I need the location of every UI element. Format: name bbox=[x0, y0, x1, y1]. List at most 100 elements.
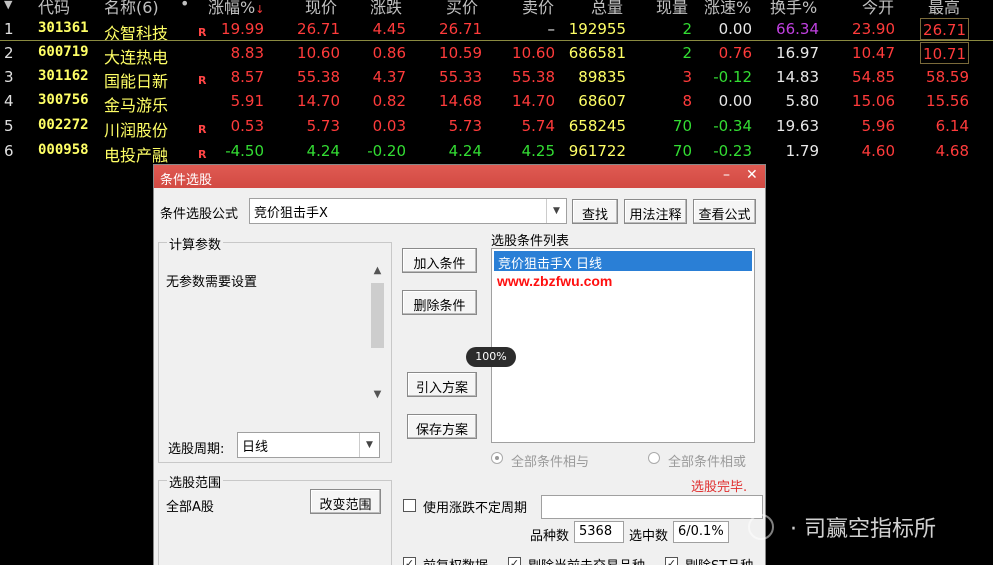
radio-or[interactable] bbox=[648, 452, 660, 464]
row-index: 6 bbox=[4, 142, 14, 160]
r-tag: R bbox=[198, 26, 207, 39]
speed: 0.00 bbox=[718, 92, 752, 110]
header-change[interactable]: 涨跌 bbox=[370, 0, 402, 18]
scroll-down-icon[interactable]: ▼ bbox=[369, 389, 386, 400]
cur-vol: 70 bbox=[672, 117, 692, 135]
high: 4.68 bbox=[935, 142, 969, 160]
exclude-st-checkbox[interactable]: ✓ bbox=[665, 557, 678, 565]
cur-vol: 70 bbox=[672, 142, 692, 160]
speed: -0.12 bbox=[713, 68, 752, 86]
open: 5.96 bbox=[861, 117, 895, 135]
uncertain-period-input[interactable] bbox=[541, 495, 763, 519]
price: 55.38 bbox=[297, 68, 340, 86]
speed: -0.23 bbox=[713, 142, 752, 160]
turnover: 14.83 bbox=[776, 68, 819, 86]
radio-and[interactable] bbox=[491, 452, 503, 464]
speed: -0.34 bbox=[713, 117, 752, 135]
header-high[interactable]: 最高 bbox=[928, 0, 960, 18]
ask: 14.70 bbox=[512, 92, 555, 110]
row-index: 2 bbox=[4, 44, 14, 62]
dialog-titlebar[interactable]: 条件选股 – ✕ bbox=[154, 165, 765, 188]
chevron-down-icon[interactable]: ▼ bbox=[359, 433, 379, 457]
view-formula-button[interactable]: 查看公式 bbox=[693, 199, 756, 224]
selected-field: 6/0.1% bbox=[673, 521, 729, 543]
speed: 0.00 bbox=[718, 20, 752, 38]
row-selection-line bbox=[0, 40, 993, 41]
uncertain-period-checkbox[interactable] bbox=[403, 499, 416, 512]
price: 4.24 bbox=[306, 142, 340, 160]
import-scheme-button[interactable]: 引入方案 bbox=[407, 372, 477, 397]
ask: 4.25 bbox=[521, 142, 555, 160]
table-row[interactable]: 1 301361 众智科技 R 19.99 26.71 4.45 26.71 –… bbox=[0, 18, 993, 43]
delete-condition-button[interactable]: 删除条件 bbox=[402, 290, 477, 315]
params-group: 计算参数 无参数需要设置 ▲ ▼ 选股周期: 日线 ▼ bbox=[158, 234, 392, 463]
open: 4.60 bbox=[861, 142, 895, 160]
header-open[interactable]: 今开 bbox=[862, 0, 894, 18]
formula-value: 竞价狙击手X bbox=[254, 206, 328, 221]
stock-name: 电投产融 bbox=[104, 146, 169, 165]
scroll-thumb[interactable] bbox=[371, 283, 384, 348]
params-scrollbar[interactable]: ▲ ▼ bbox=[369, 263, 386, 407]
change: 4.37 bbox=[372, 68, 406, 86]
header-change-pct[interactable]: 涨幅%↓ bbox=[208, 0, 264, 18]
period-combo[interactable]: 日线 ▼ bbox=[237, 432, 380, 458]
header-turnover[interactable]: 换手% bbox=[770, 0, 817, 18]
header-volume[interactable]: 总量 bbox=[591, 0, 623, 18]
stock-name: 国能日新 bbox=[104, 72, 169, 91]
change: 0.86 bbox=[372, 44, 406, 62]
change-pct: 8.57 bbox=[230, 68, 264, 86]
count-label: 品种数 bbox=[530, 529, 570, 544]
change: 0.03 bbox=[372, 117, 406, 135]
table-row[interactable]: 5 002272 川润股份 R 0.53 5.73 0.03 5.73 5.74… bbox=[0, 115, 993, 140]
volume: 192955 bbox=[568, 20, 626, 38]
open: 54.85 bbox=[852, 68, 895, 86]
close-icon[interactable]: ✕ bbox=[746, 167, 758, 183]
usage-notes-button[interactable]: 用法注释 bbox=[624, 199, 687, 224]
header-price[interactable]: 现价 bbox=[305, 0, 337, 18]
change-pct: 5.91 bbox=[230, 92, 264, 110]
turnover: 16.97 bbox=[776, 44, 819, 62]
uncertain-period-label: 使用涨跌不定周期 bbox=[423, 501, 528, 516]
sort-arrow-icon[interactable]: ▼ bbox=[4, 0, 12, 11]
range-group: 选股范围 全部A股 改变范围 bbox=[158, 472, 392, 565]
brand-watermark: · 司赢空指标所 bbox=[740, 510, 993, 544]
stock-code: 000958 bbox=[38, 142, 89, 158]
turnover: 66.34 bbox=[776, 20, 819, 38]
ask: 5.74 bbox=[521, 117, 555, 135]
table-row[interactable]: 6 000958 电投产融 R -4.50 4.24 -0.20 4.24 4.… bbox=[0, 140, 993, 165]
formula-label: 条件选股公式 bbox=[160, 207, 239, 222]
exclude-untraded-checkbox[interactable]: ✓ bbox=[508, 557, 521, 565]
table-row[interactable]: 3 301162 国能日新 R 8.57 55.38 4.37 55.33 55… bbox=[0, 66, 993, 91]
stock-code: 301361 bbox=[38, 20, 89, 36]
save-scheme-button[interactable]: 保存方案 bbox=[407, 414, 477, 439]
header-code[interactable]: 代码 bbox=[38, 0, 70, 18]
header-speed[interactable]: 涨速% bbox=[704, 0, 751, 18]
stock-table: ▼ 代码 名称(6) • 涨幅%↓ 现价 涨跌 买价 卖价 总量 现量 涨速% … bbox=[0, 0, 993, 165]
change-pct: 8.83 bbox=[230, 44, 264, 62]
table-row[interactable]: 4 300756 金马游乐 5.91 14.70 0.82 14.68 14.7… bbox=[0, 90, 993, 115]
scroll-up-icon[interactable]: ▲ bbox=[369, 265, 386, 276]
formula-combo[interactable]: 竞价狙击手X ▼ bbox=[249, 198, 567, 224]
adjusted-data-label: 前复权数据 bbox=[423, 555, 488, 565]
row-index: 3 bbox=[4, 68, 14, 86]
ask: – bbox=[547, 20, 556, 38]
chevron-down-icon[interactable]: ▼ bbox=[546, 199, 566, 223]
price: 5.73 bbox=[306, 117, 340, 135]
stock-code: 301162 bbox=[38, 68, 89, 84]
add-condition-button[interactable]: 加入条件 bbox=[402, 248, 477, 273]
count-field: 5368 bbox=[574, 521, 624, 543]
change-range-button[interactable]: 改变范围 bbox=[310, 489, 381, 514]
header-bid[interactable]: 买价 bbox=[446, 0, 478, 18]
find-button[interactable]: 查找 bbox=[572, 199, 618, 224]
header-name[interactable]: 名称(6) bbox=[104, 0, 159, 18]
bid: 5.73 bbox=[448, 117, 482, 135]
condition-list-item[interactable]: 竞价狙击手X 日线 bbox=[494, 251, 752, 272]
cur-vol: 2 bbox=[682, 20, 692, 38]
high: 26.71 bbox=[920, 18, 969, 40]
minimize-icon[interactable]: – bbox=[723, 167, 730, 183]
table-row[interactable]: 2 600719 大连热电 8.83 10.60 0.86 10.59 10.6… bbox=[0, 42, 993, 67]
header-cur-vol[interactable]: 现量 bbox=[656, 0, 688, 18]
range-value: 全部A股 bbox=[166, 500, 214, 515]
adjusted-data-checkbox[interactable]: ✓ bbox=[403, 557, 416, 565]
header-ask[interactable]: 卖价 bbox=[522, 0, 554, 18]
